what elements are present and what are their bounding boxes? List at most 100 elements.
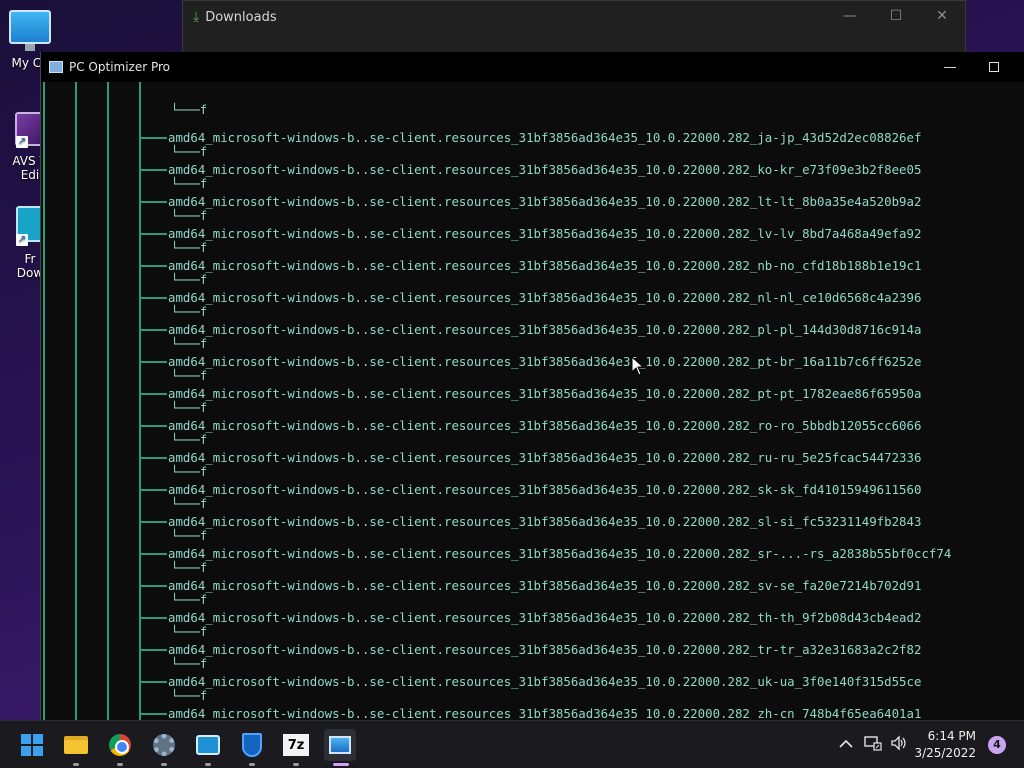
clock-time: 6:14 PM xyxy=(927,729,976,743)
notification-badge[interactable]: 4 xyxy=(988,736,1006,754)
tree-sub-marker: └───f xyxy=(171,689,208,703)
taskbar-settings[interactable] xyxy=(148,729,180,766)
tree-sub-marker: └───f xyxy=(171,625,208,639)
taskbar: 7z 6:14 PM 3/25/2022 4 xyxy=(0,720,1024,768)
tree-line xyxy=(107,82,109,720)
console-line[interactable]: amd64_microsoft-windows-b..se-client.res… xyxy=(168,354,921,370)
tree-branch xyxy=(139,553,167,555)
network-icon[interactable] xyxy=(864,735,882,755)
console-line[interactable]: amd64_microsoft-windows-b..se-client.res… xyxy=(168,514,921,530)
console-line[interactable]: amd64_microsoft-windows-b..se-client.res… xyxy=(168,450,921,466)
minimize-button[interactable]: — xyxy=(827,1,873,31)
maximize-button[interactable] xyxy=(971,52,1017,82)
downloads-title: Downloads xyxy=(205,9,277,25)
tree-sub-marker: └───f xyxy=(171,241,208,255)
clock-date: 3/25/2022 xyxy=(914,746,976,760)
monitor-icon xyxy=(329,736,351,754)
close-button[interactable]: ✕ xyxy=(919,1,965,31)
mouse-cursor-icon xyxy=(631,356,645,376)
taskbar-file-explorer[interactable] xyxy=(60,729,92,766)
volume-icon[interactable] xyxy=(890,735,908,755)
console-output[interactable]: └───f amd64_microsoft-windows-b..se-clien… xyxy=(41,82,1024,720)
windows-logo-icon xyxy=(21,734,43,756)
tree-branch xyxy=(139,585,167,587)
console-line[interactable]: amd64_microsoft-windows-b..se-client.res… xyxy=(168,290,921,306)
tree-sub-marker: └───f xyxy=(171,305,208,319)
console-line[interactable]: amd64_microsoft-windows-b..se-client.res… xyxy=(168,706,921,720)
downloads-window[interactable]: ⤓ Downloads — ☐ ✕ xyxy=(182,0,966,60)
tree-branch xyxy=(139,169,167,171)
tree-branch xyxy=(139,425,167,427)
console-line[interactable]: amd64_microsoft-windows-b..se-client.res… xyxy=(168,578,921,594)
console-line[interactable]: amd64_microsoft-windows-b..se-client.res… xyxy=(168,546,951,562)
computer-icon xyxy=(9,10,51,51)
tree-branch xyxy=(139,329,167,331)
show-hidden-icons-chevron[interactable] xyxy=(836,737,856,753)
tree-branch xyxy=(139,265,167,267)
tree-sub-marker: └───f xyxy=(171,337,208,351)
console-line[interactable]: amd64_microsoft-windows-b..se-client.res… xyxy=(168,194,921,210)
console-line[interactable]: amd64_microsoft-windows-b..se-client.res… xyxy=(168,226,921,242)
tree-branch xyxy=(139,457,167,459)
tree-sub-marker: └───f xyxy=(171,273,208,287)
shortcut-arrow-icon: ↗ xyxy=(16,136,28,148)
system-tray xyxy=(836,721,908,768)
tree-line xyxy=(75,82,77,720)
monitor-icon xyxy=(49,61,63,73)
tree-branch xyxy=(139,297,167,299)
console-line[interactable]: amd64_microsoft-windows-b..se-client.res… xyxy=(168,482,921,498)
tree-branch xyxy=(139,617,167,619)
taskbar-clock[interactable]: 6:14 PM 3/25/2022 xyxy=(914,728,976,762)
tree-branch xyxy=(139,713,167,715)
tree-sub-marker: └───f xyxy=(171,561,208,575)
console-line[interactable]: amd64_microsoft-windows-b..se-client.res… xyxy=(168,674,921,690)
tree-sub-marker: └───f xyxy=(171,401,208,415)
tree-sub-marker: └───f xyxy=(171,593,208,607)
pc-optimizer-window[interactable]: PC Optimizer Pro — └───f amd64_microsoft-… xyxy=(40,52,1024,720)
tree-sub-marker: └───f xyxy=(171,209,208,223)
console-line[interactable]: amd64_microsoft-windows-b..se-client.res… xyxy=(168,610,921,626)
tree-sub-marker: └───f xyxy=(171,145,208,159)
tree-branch xyxy=(139,393,167,395)
download-icon: ⤓ xyxy=(193,9,200,25)
taskbar-defender[interactable] xyxy=(236,729,268,766)
maximize-button[interactable]: ☐ xyxy=(873,1,919,31)
taskbar-remote-app[interactable] xyxy=(192,729,224,766)
tree-sub-marker: └───f xyxy=(171,465,208,479)
shield-icon xyxy=(242,733,262,757)
console-line[interactable]: amd64_microsoft-windows-b..se-client.res… xyxy=(168,162,921,178)
tree-branch xyxy=(139,681,167,683)
maximize-icon xyxy=(989,62,999,72)
console-line[interactable]: amd64_microsoft-windows-b..se-client.res… xyxy=(168,322,921,338)
window-title: PC Optimizer Pro xyxy=(69,60,171,74)
tree-branch xyxy=(139,649,167,651)
taskbar-pc-optimizer[interactable] xyxy=(324,729,356,766)
minimize-button[interactable]: — xyxy=(927,52,973,82)
tree-sub-marker: └───f xyxy=(171,657,208,671)
console-line[interactable]: amd64_microsoft-windows-b..se-client.res… xyxy=(168,642,921,658)
console-line[interactable]: amd64_microsoft-windows-b..se-client.res… xyxy=(168,386,921,402)
tree-sub-marker: └───f xyxy=(171,177,208,191)
7zip-icon: 7z xyxy=(283,734,309,756)
tree-branch xyxy=(139,361,167,363)
tree-line xyxy=(139,82,141,720)
tree-sub-marker: └───f xyxy=(171,529,208,543)
tree-branch xyxy=(139,201,167,203)
folder-icon xyxy=(64,736,88,754)
tree-sub-marker: └───f xyxy=(171,497,208,511)
chrome-icon xyxy=(109,734,131,756)
tree-sub-marker: └───f xyxy=(171,103,208,117)
start-button[interactable] xyxy=(16,729,48,761)
tree-sub-marker: └───f xyxy=(171,433,208,447)
console-line[interactable]: amd64_microsoft-windows-b..se-client.res… xyxy=(168,418,921,434)
gear-icon xyxy=(153,734,175,756)
tree-branch xyxy=(139,233,167,235)
tree-sub-marker: └───f xyxy=(171,369,208,383)
console-line[interactable]: amd64_microsoft-windows-b..se-client.res… xyxy=(168,258,921,274)
taskbar-7zip[interactable]: 7z xyxy=(280,729,312,766)
pc-optimizer-titlebar[interactable]: PC Optimizer Pro — xyxy=(41,52,1024,82)
tree-branch xyxy=(139,489,167,491)
console-line[interactable]: amd64_microsoft-windows-b..se-client.res… xyxy=(168,130,921,146)
shortcut-arrow-icon: ↗ xyxy=(16,234,28,246)
taskbar-chrome[interactable] xyxy=(104,729,136,766)
